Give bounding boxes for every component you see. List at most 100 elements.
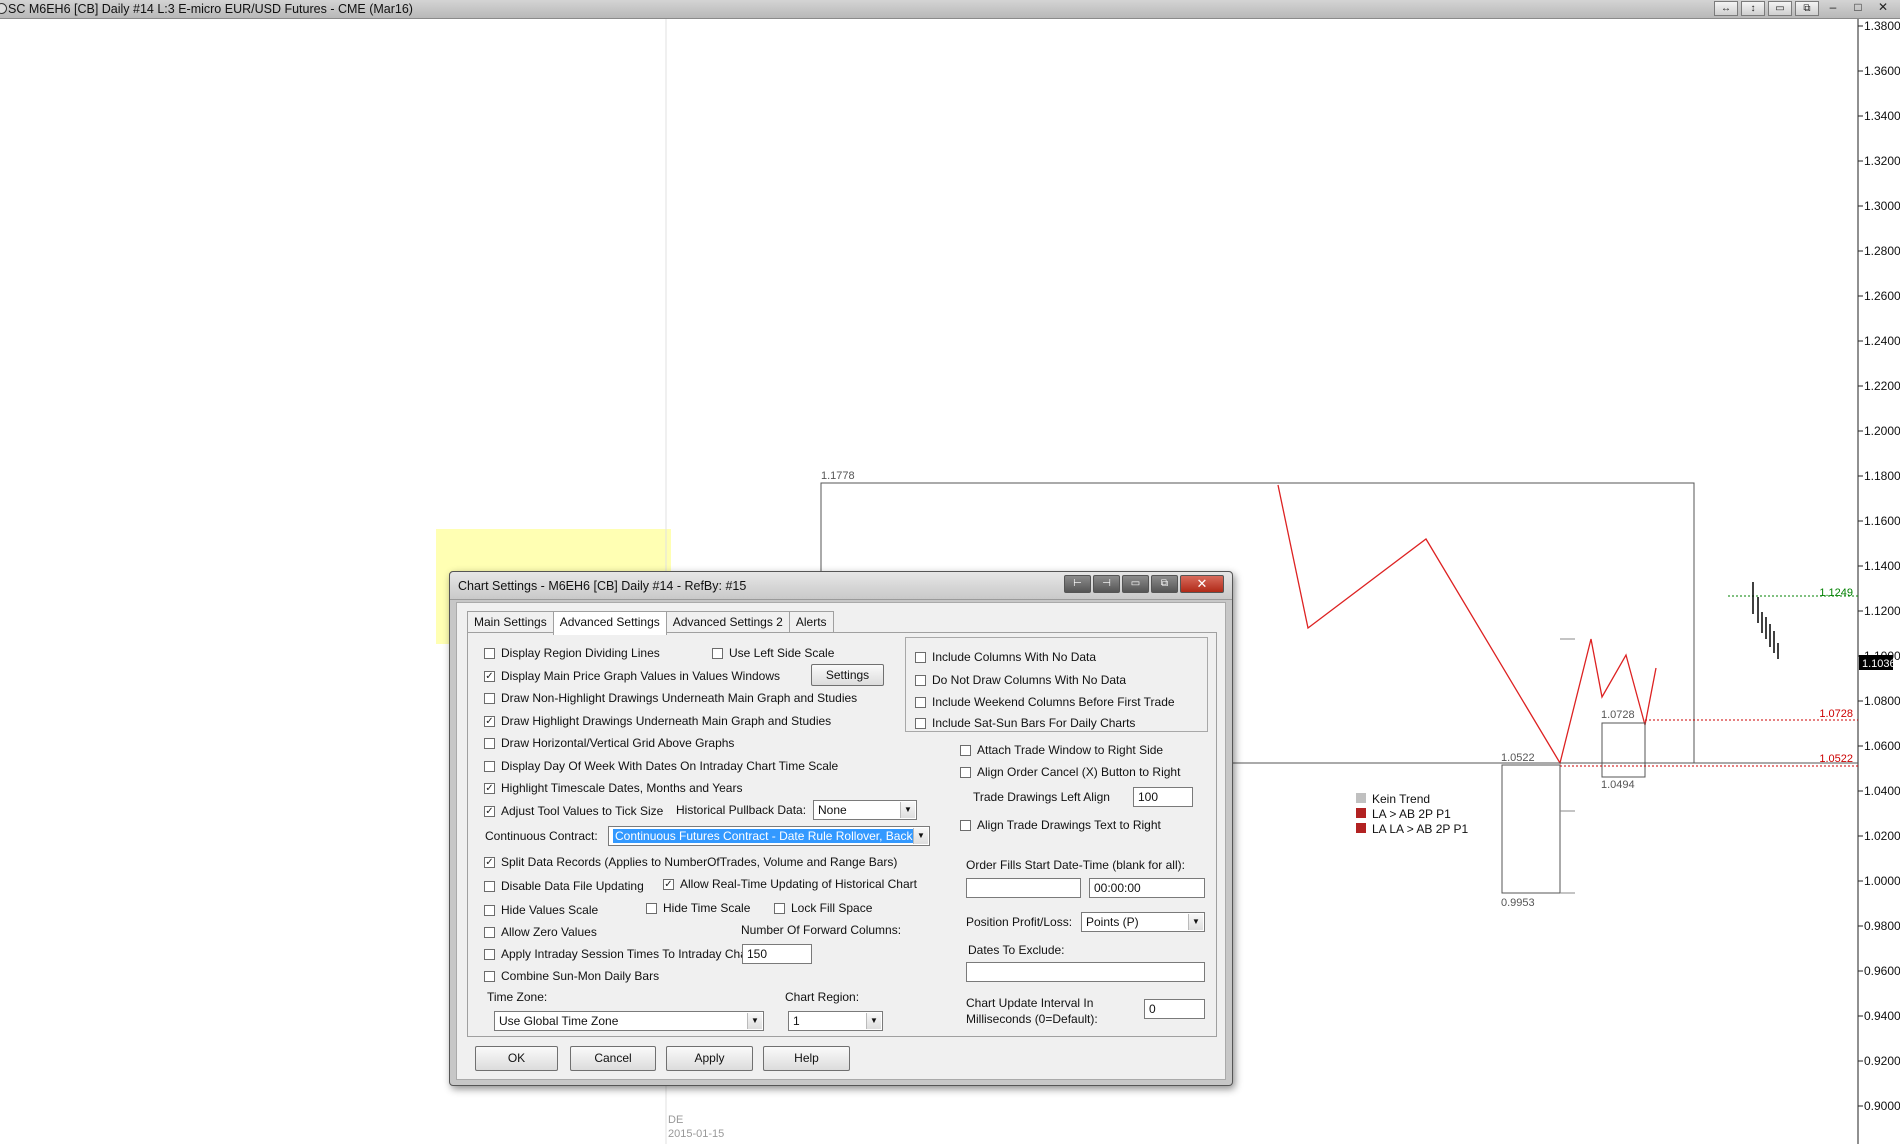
maximize-icon[interactable]: □ [1847,1,1869,16]
checkbox-box[interactable] [915,696,926,708]
include-weekend-columns-checkbox[interactable]: Include Weekend Columns Before First Tra… [915,695,1175,709]
time-zone-select[interactable]: Use Global Time Zone ▼ [494,1011,764,1031]
hide-values-scale-checkbox[interactable]: Hide Values Scale [484,903,598,917]
checkbox-box[interactable] [774,902,785,914]
checkbox-box[interactable] [484,948,495,960]
checkbox-box[interactable] [484,970,495,982]
checkbox-box[interactable] [915,651,926,663]
price-axis[interactable]: 1.3800 1.3600 1.3400 1.3200 1.3000 1.2800 1.26… [1858,19,1900,1113]
dialog-titlebar[interactable]: Chart Settings - M6EH6 [CB] Daily #14 - … [450,572,1232,600]
label-1-1778: 1.1778 [821,470,855,482]
chart-region-select[interactable]: 1 ▼ [788,1011,883,1031]
trade-drawings-left-align-input[interactable]: 100 [1133,787,1193,807]
price-axis-label: 1.2000 [1864,424,1900,438]
checkbox-box[interactable] [484,926,495,938]
checkbox-box[interactable] [960,766,971,778]
checkbox-box[interactable]: ✓ [484,805,495,817]
horizontal-tile-icon[interactable]: ↔ [1714,1,1738,16]
checkbox-box[interactable] [484,647,495,659]
number-forward-columns-input[interactable]: 150 [742,944,812,964]
dock-right-icon[interactable]: ⊣ [1093,575,1120,593]
draw-highlight-checkbox[interactable]: ✓ Draw Highlight Drawings Underneath Mai… [484,714,831,728]
box-drawing-low[interactable] [1501,764,1561,894]
allow-zero-values-checkbox[interactable]: Allow Zero Values [484,925,597,939]
help-button[interactable]: Help [763,1046,850,1071]
box-drawing-high[interactable] [1601,722,1646,778]
minimize-icon[interactable]: – [1822,1,1844,16]
checkbox-box[interactable]: ✓ [484,670,495,682]
tab-advanced-settings[interactable]: Advanced Settings [552,611,667,635]
checkbox-box[interactable]: ✓ [484,856,495,868]
tab-main-settings[interactable]: Main Settings [467,611,554,633]
display-region-dividing-lines-checkbox[interactable]: Display Region Dividing Lines [484,646,660,660]
disable-data-file-updating-checkbox[interactable]: Disable Data File Updating [484,879,644,893]
adjust-tool-values-checkbox[interactable]: ✓ Adjust Tool Values to Tick Size [484,804,663,818]
continuous-contract-select[interactable]: Continuous Futures Contract - Date Rule … [608,826,930,846]
chevron-down-icon[interactable]: ▼ [913,828,928,844]
vertical-tile-icon[interactable]: ↕ [1741,1,1765,16]
dialog-body: Main Settings Advanced Settings Advanced… [456,602,1226,1080]
chevron-down-icon[interactable]: ▼ [1188,914,1203,930]
price-bars[interactable] [1752,582,1779,659]
checkbox-box[interactable] [484,904,495,916]
tab-advanced-settings-2[interactable]: Advanced Settings 2 [665,611,790,633]
highlight-timescale-checkbox[interactable]: ✓ Highlight Timescale Dates, Months and … [484,781,742,795]
red-level-label-1: 1.0728 [1819,708,1853,720]
attach-trade-window-checkbox[interactable]: Attach Trade Window to Right Side [960,743,1163,757]
chart-update-interval-input[interactable]: 0 [1144,999,1205,1019]
include-sat-sun-checkbox[interactable]: Include Sat-Sun Bars For Daily Charts [915,716,1135,730]
use-left-side-scale-checkbox[interactable]: Use Left Side Scale [712,646,834,660]
checkbox-box[interactable] [484,692,495,704]
price-axis-label: 1.2800 [1864,244,1900,258]
zigzag-line[interactable] [1277,484,1657,765]
allow-realtime-updating-checkbox[interactable]: ✓ Allow Real-Time Updating of Historical… [663,877,917,891]
checkbox-box[interactable] [712,647,723,659]
close-icon[interactable]: ✕ [1872,1,1894,16]
do-not-draw-columns-checkbox[interactable]: Do Not Draw Columns With No Data [915,673,1126,687]
chevron-down-icon[interactable]: ▼ [747,1013,762,1029]
checkbox-box[interactable]: ✓ [663,878,674,890]
checkbox-box[interactable] [484,760,495,772]
restore-window-icon[interactable]: ⧉ [1795,1,1819,16]
apply-button[interactable]: Apply [666,1046,753,1071]
price-axis-label: 1.3800 [1864,19,1900,33]
checkbox-box[interactable] [915,674,926,686]
hide-time-scale-checkbox[interactable]: Hide Time Scale [646,901,750,915]
settings-button[interactable]: Settings [811,664,884,686]
checkbox-box[interactable]: ✓ [484,715,495,727]
checkbox-box[interactable] [960,744,971,756]
align-order-cancel-checkbox[interactable]: Align Order Cancel (X) Button to Right [960,765,1180,779]
chevron-down-icon[interactable]: ▼ [900,802,915,818]
checkbox-box[interactable] [915,717,926,729]
checkbox-box[interactable] [484,880,495,892]
display-main-price-graph-checkbox[interactable]: ✓ Display Main Price Graph Values in Val… [484,669,780,683]
ok-button[interactable]: OK [475,1046,558,1071]
order-fills-date-input[interactable] [966,878,1081,898]
dialog-close-icon[interactable]: ✕ [1180,575,1224,593]
lock-fill-space-checkbox[interactable]: Lock Fill Space [774,901,872,915]
include-columns-no-data-checkbox[interactable]: Include Columns With No Data [915,650,1096,664]
split-data-records-checkbox[interactable]: ✓ Split Data Records (Applies to NumberO… [484,855,897,869]
chart-settings-dialog: Chart Settings - M6EH6 [CB] Daily #14 - … [449,571,1233,1086]
cancel-button[interactable]: Cancel [570,1046,656,1071]
order-fills-time-input[interactable]: 00:00:00 [1089,878,1205,898]
checkbox-box[interactable] [646,902,657,914]
display-day-of-week-checkbox[interactable]: Display Day Of Week With Dates On Intrad… [484,759,838,773]
dates-to-exclude-input[interactable] [966,962,1205,982]
align-trade-drawings-text-checkbox[interactable]: Align Trade Drawings Text to Right [960,818,1161,832]
restore-icon[interactable]: ⧉ [1151,575,1178,593]
apply-intraday-session-checkbox[interactable]: Apply Intraday Session Times To Intraday… [484,947,754,961]
combine-sun-mon-checkbox[interactable]: Combine Sun-Mon Daily Bars [484,969,659,983]
checkbox-box[interactable] [960,819,971,831]
chevron-down-icon[interactable]: ▼ [866,1013,881,1029]
window-icon[interactable]: ▭ [1122,575,1149,593]
tab-alerts[interactable]: Alerts [788,611,834,633]
draw-non-highlight-checkbox[interactable]: Draw Non-Highlight Drawings Underneath M… [484,691,857,705]
window-layout-icon[interactable]: ▭ [1768,1,1792,16]
checkbox-box[interactable] [484,737,495,749]
historical-pullback-select[interactable]: None ▼ [813,800,917,820]
checkbox-box[interactable]: ✓ [484,782,495,794]
position-pl-select[interactable]: Points (P) ▼ [1081,912,1205,932]
dock-left-icon[interactable]: ⊢ [1064,575,1091,593]
draw-grid-above-checkbox[interactable]: Draw Horizontal/Vertical Grid Above Grap… [484,736,734,750]
